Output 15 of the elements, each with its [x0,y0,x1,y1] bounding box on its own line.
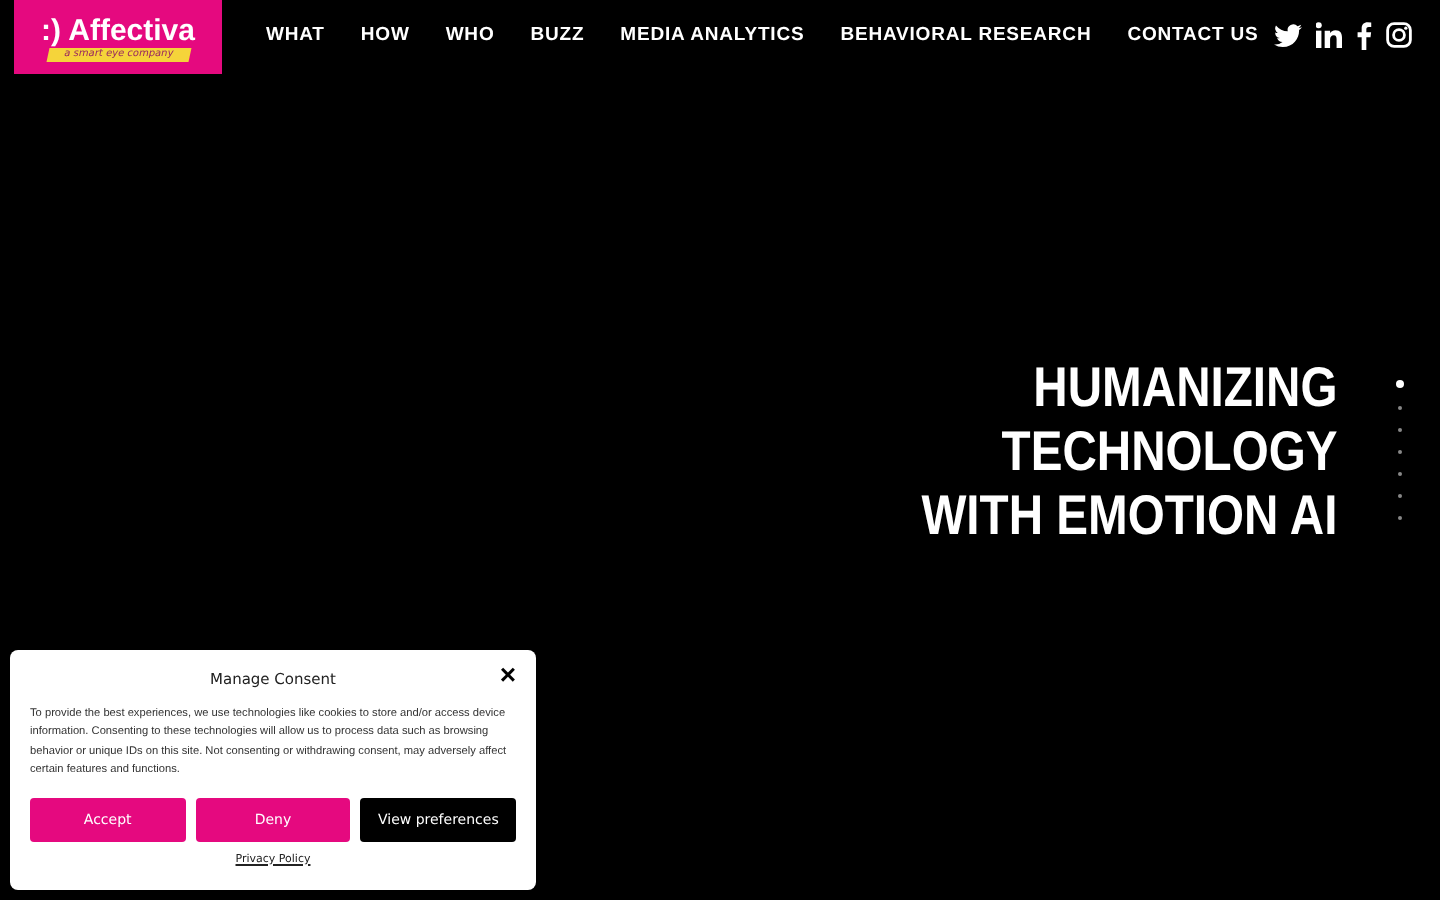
logo-text: :) Affectiva [41,14,195,48]
twitter-icon[interactable] [1274,23,1302,47]
slide-dot[interactable] [1396,380,1404,388]
nav-link[interactable]: BEHAVIORAL RESEARCH [840,24,1092,46]
nav-link[interactable]: CONTACT US [1127,24,1259,46]
linkedin-icon[interactable] [1316,22,1342,48]
close-button[interactable]: × [499,660,516,688]
instagram-icon[interactable] [1386,22,1412,48]
hero-heading: HUMANIZING TECHNOLOGY WITH EMOTION AI [922,356,1338,548]
facebook-icon[interactable] [1356,21,1372,49]
nav-link[interactable]: HOW [360,24,410,46]
nav-link[interactable]: BUZZ [530,24,585,46]
nav-link[interactable]: WHAT [266,24,325,46]
nav-link[interactable]: WHO [445,24,495,46]
nav-link[interactable]: MEDIA ANALYTICS [620,24,805,46]
